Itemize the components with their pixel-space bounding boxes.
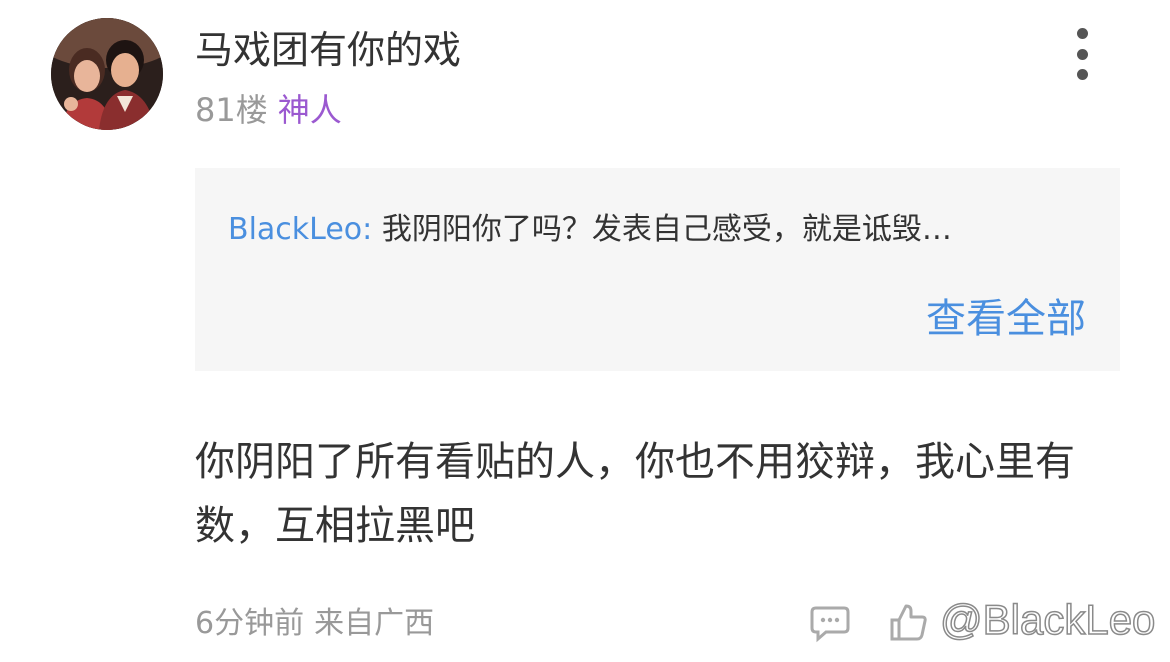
- more-options-button[interactable]: [1064, 28, 1100, 80]
- avatar-image: [51, 18, 163, 130]
- reply-content: 你阴阳了所有看贴的人，你也不用狡辩，我心里有数，互相拉黑吧: [195, 439, 1075, 549]
- like-icon[interactable]: [886, 600, 930, 644]
- reply-item: 马戏团有你的戏 81楼 神人 BlackLeo: 我阴阳你了吗？发表自己感受，就是…: [0, 0, 1170, 662]
- quoted-reply[interactable]: BlackLeo: 我阴阳你了吗？发表自己感受，就是诋毁… 查看全部: [195, 168, 1120, 371]
- avatar[interactable]: [51, 18, 163, 130]
- more-vertical-icon-dot: [1076, 48, 1088, 60]
- more-vertical-icon-dot: [1076, 28, 1088, 39]
- post-footer: 6分钟前 来自广西: [195, 602, 434, 646]
- more-vertical-icon-dot: [1076, 69, 1088, 80]
- watermark: @BlackLeo: [939, 595, 1156, 644]
- view-all-link[interactable]: 查看全部: [926, 294, 1086, 344]
- reply-actions: [808, 600, 930, 644]
- quote-author[interactable]: BlackLeo:: [228, 212, 372, 247]
- quote-line: BlackLeo: 我阴阳你了吗？发表自己感受，就是诋毁…: [228, 208, 952, 252]
- floor-number: 81楼: [195, 91, 268, 129]
- user-badge: 神人: [277, 91, 342, 129]
- post-location: 来自广西: [314, 606, 435, 641]
- post-time: 6分钟前: [195, 606, 305, 641]
- post-meta: 81楼 神人: [195, 88, 342, 132]
- quote-text: 我阴阳你了吗？发表自己感受，就是诋毁…: [381, 212, 952, 247]
- reply-icon[interactable]: [808, 600, 852, 644]
- username[interactable]: 马戏团有你的戏: [195, 26, 461, 74]
